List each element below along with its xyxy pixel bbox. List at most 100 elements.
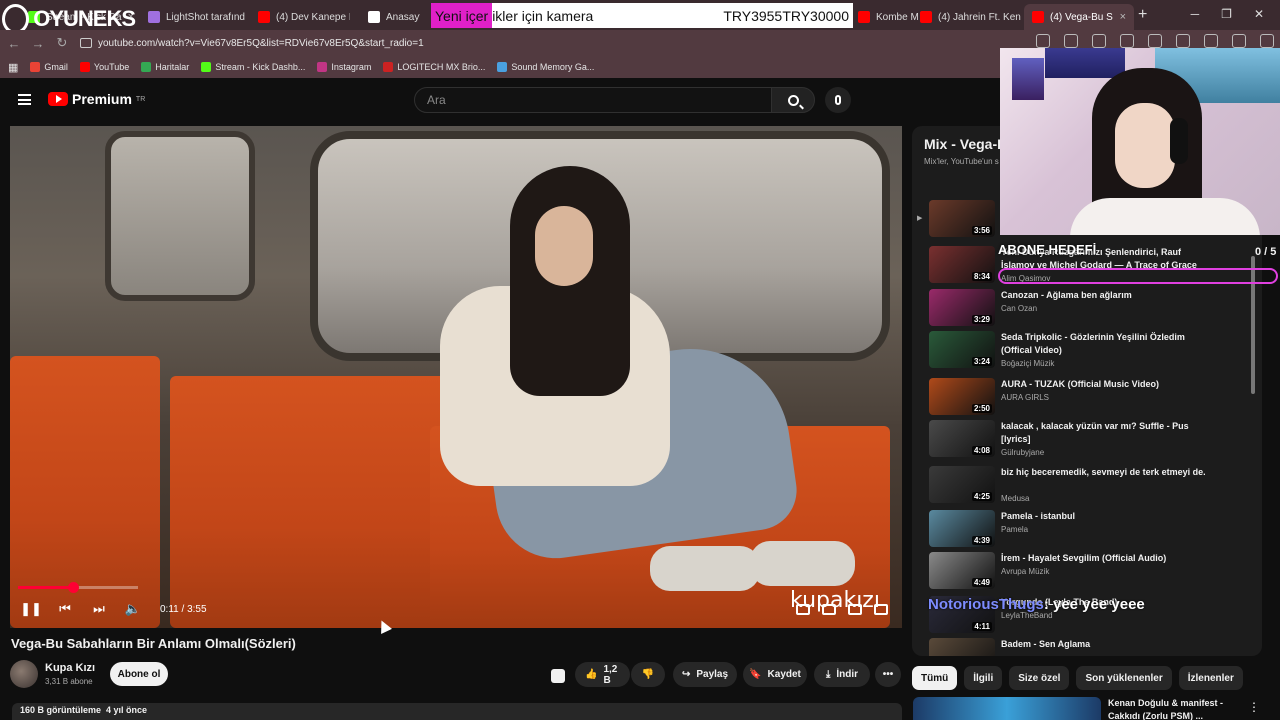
playlist-item-title[interactable]: Pamela - istanbul: [1001, 510, 1206, 523]
fullscreen-icon[interactable]: [874, 603, 888, 615]
browser-tab[interactable]: (4) Dev Kanepe B×: [250, 4, 350, 30]
playlist-item-title[interactable]: Badem - Sen Aglama: [1001, 638, 1206, 651]
download-icon[interactable]: [1148, 34, 1162, 48]
share-button[interactable]: ↪ Paylaş: [673, 662, 737, 687]
browser-tab[interactable]: Anasayfa / X×: [360, 4, 420, 30]
maximize-icon[interactable]: ❐: [1221, 7, 1232, 21]
reload-icon[interactable]: ↻: [52, 35, 72, 51]
bookmark-star-icon[interactable]: [1064, 34, 1078, 48]
channel-name[interactable]: Kupa Kızı: [45, 662, 95, 674]
next-video-title[interactable]: Kenan Doğulu & manifest - Cakkıdı (Zorlu…: [1108, 697, 1238, 720]
playlist-item[interactable]: 4:25 biz hiç beceremedik, sevmeyi de terk…: [912, 466, 1262, 508]
bookmark-item[interactable]: Haritalar: [141, 62, 189, 72]
miniplayer-icon[interactable]: [848, 603, 862, 615]
new-tab-button[interactable]: +: [1138, 6, 1147, 24]
apps-grid-icon[interactable]: ▦: [8, 61, 18, 74]
playlist-thumbnail[interactable]: 3:24: [929, 331, 995, 368]
playlist-item[interactable]: 3:29 Canozan - Ağlama ben ağlarım Can Ozan: [912, 289, 1262, 331]
next-video-thumbnail[interactable]: [913, 697, 1101, 720]
like-button[interactable]: 👍 1,2 B: [575, 662, 630, 687]
more-vertical-icon[interactable]: ⋮: [1248, 700, 1260, 714]
filter-chip[interactable]: Tümü: [912, 666, 958, 690]
bookmark-item[interactable]: LOGITECH MX Brio...: [383, 62, 485, 72]
menu-icon[interactable]: [1260, 34, 1274, 48]
bookmark-item[interactable]: YouTube: [79, 62, 129, 72]
hamburger-menu-icon[interactable]: [18, 94, 31, 105]
forward-icon[interactable]: →: [28, 36, 48, 51]
channel-avatar[interactable]: [10, 660, 38, 688]
playlist-thumbnail[interactable]: 4:49: [929, 552, 995, 589]
playlist-thumbnail[interactable]: 2:50: [929, 378, 995, 415]
description-box[interactable]: 160 B görüntüleme 4 yıl önce: [12, 703, 902, 720]
playlist-item[interactable]: 2:50 AURA - TUZAK (Official Music Video) A…: [912, 378, 1262, 420]
favorites-icon[interactable]: [1204, 34, 1218, 48]
bookmark-favicon-icon: [141, 62, 152, 72]
playlist-thumbnail[interactable]: 8:34: [929, 246, 995, 283]
playlist-item[interactable]: Badem - Sen Aglama: [912, 638, 1262, 656]
playlist-item[interactable]: 4:08 kalacak , kalacak yüzün var mı? Suff…: [912, 420, 1262, 462]
close-icon[interactable]: ✕: [1254, 7, 1264, 21]
url-text[interactable]: youtube.com/watch?v=Vie67v8Er5Q&list=RDV…: [98, 38, 424, 49]
youtube-logo[interactable]: Premium TR: [48, 91, 145, 107]
volume-icon[interactable]: 🔈: [116, 594, 150, 624]
subscribe-button[interactable]: Abone ol: [110, 662, 168, 686]
filter-chip[interactable]: İzlenenler: [1178, 666, 1243, 690]
puzzle-icon[interactable]: [1120, 34, 1134, 48]
search-button[interactable]: [771, 87, 815, 113]
video-title: Vega-Bu Sabahların Bir Anlamı Olmalı(Söz…: [11, 636, 296, 651]
playlist-thumbnail[interactable]: 3:29: [929, 289, 995, 326]
search-input[interactable]: Ara: [414, 87, 772, 113]
thumbs-up-icon: 👍: [585, 669, 598, 680]
voice-search-button[interactable]: [825, 87, 851, 113]
browser-tab[interactable]: (4) Vega-Bu S ×: [1024, 4, 1134, 30]
url-field[interactable]: youtube.com/watch?v=Vie67v8Er5Q&list=RDV…: [80, 38, 424, 49]
profile-icon[interactable]: [1232, 34, 1246, 48]
filter-chip[interactable]: Son yüklenenler: [1076, 666, 1172, 690]
more-actions-button[interactable]: •••: [875, 662, 901, 687]
browser-tab[interactable]: (4) Jahrein Ft. Ken×: [912, 4, 1022, 30]
playlist-item[interactable]: 4:39 Pamela - istanbul Pamela: [912, 510, 1262, 552]
bookmark-favicon-icon: [79, 62, 90, 72]
playlist-item-title[interactable]: İrem - Hayalet Sevgilim (Official Audio): [1001, 552, 1206, 565]
next-icon[interactable]: ⏭: [82, 594, 116, 624]
sidebar-icon[interactable]: [1176, 34, 1190, 48]
download-button[interactable]: ⤓ İndir: [814, 662, 870, 687]
browser-tab[interactable]: LightShot tarafınd×: [140, 4, 248, 30]
extension-icon[interactable]: [1092, 34, 1106, 48]
filter-chip[interactable]: İlgili: [964, 666, 1003, 690]
bookmark-item[interactable]: Stream - Kick Dashb...: [201, 62, 305, 72]
playlist-item[interactable]: 4:49 İrem - Hayalet Sevgilim (Official Au…: [912, 552, 1262, 594]
playlist-thumbnail[interactable]: 3:56: [929, 200, 995, 237]
playlist-item-title[interactable]: kalacak , kalacak yüzün var mı? Suffle -…: [1001, 420, 1206, 446]
cast-icon[interactable]: [1036, 34, 1050, 48]
video-duration: 3:24: [971, 357, 992, 366]
playlist-item-title[interactable]: Seda Tripkolic - Gözlerinin Yeşilini Özl…: [1001, 331, 1206, 357]
tab-close-icon[interactable]: ×: [1120, 11, 1126, 23]
pause-icon[interactable]: ❚❚: [14, 594, 48, 624]
playlist-subtitle: Mix'ler, YouTube'un s: [924, 157, 999, 166]
bookmark-item[interactable]: Sound Memory Ga...: [497, 62, 594, 72]
bookmark-item[interactable]: Gmail: [30, 62, 68, 72]
playlist-thumbnail[interactable]: 4:08: [929, 420, 995, 457]
previous-icon[interactable]: ⏮: [48, 594, 82, 624]
save-button[interactable]: 🔖 Kaydet: [743, 662, 807, 687]
minimize-icon[interactable]: ─: [1191, 7, 1200, 21]
playlist-item-title[interactable]: Canozan - Ağlama ben ağlarım: [1001, 289, 1206, 302]
playlist-thumbnail[interactable]: [929, 638, 995, 656]
back-icon[interactable]: ←: [4, 36, 24, 51]
settings-icon[interactable]: [822, 603, 836, 615]
bookmark-item[interactable]: Instagram: [317, 62, 371, 72]
site-info-icon[interactable]: [80, 38, 92, 48]
subtitles-icon[interactable]: [796, 603, 810, 615]
video-player[interactable]: kupakızı ❚❚ ⏮ ⏭ 🔈 0:11 / 3:55: [10, 126, 902, 628]
dislike-button[interactable]: 👎: [631, 662, 665, 687]
playlist-item[interactable]: 3:24 Seda Tripkolic - Gözlerinin Yeşilini…: [912, 331, 1262, 373]
filter-chip[interactable]: Size özel: [1009, 666, 1070, 690]
playlist-item-title[interactable]: biz hiç beceremedik, sevmeyi de terk etm…: [1001, 466, 1206, 479]
playlist-thumbnail[interactable]: 4:39: [929, 510, 995, 547]
playlist-item-title[interactable]: AURA - TUZAK (Official Music Video): [1001, 378, 1206, 391]
browser-tab[interactable]: Kombe M×: [850, 4, 920, 30]
sparkle-icon[interactable]: [551, 669, 565, 683]
playlist-thumbnail[interactable]: 4:25: [929, 466, 995, 503]
progress-bar[interactable]: [18, 582, 138, 593]
